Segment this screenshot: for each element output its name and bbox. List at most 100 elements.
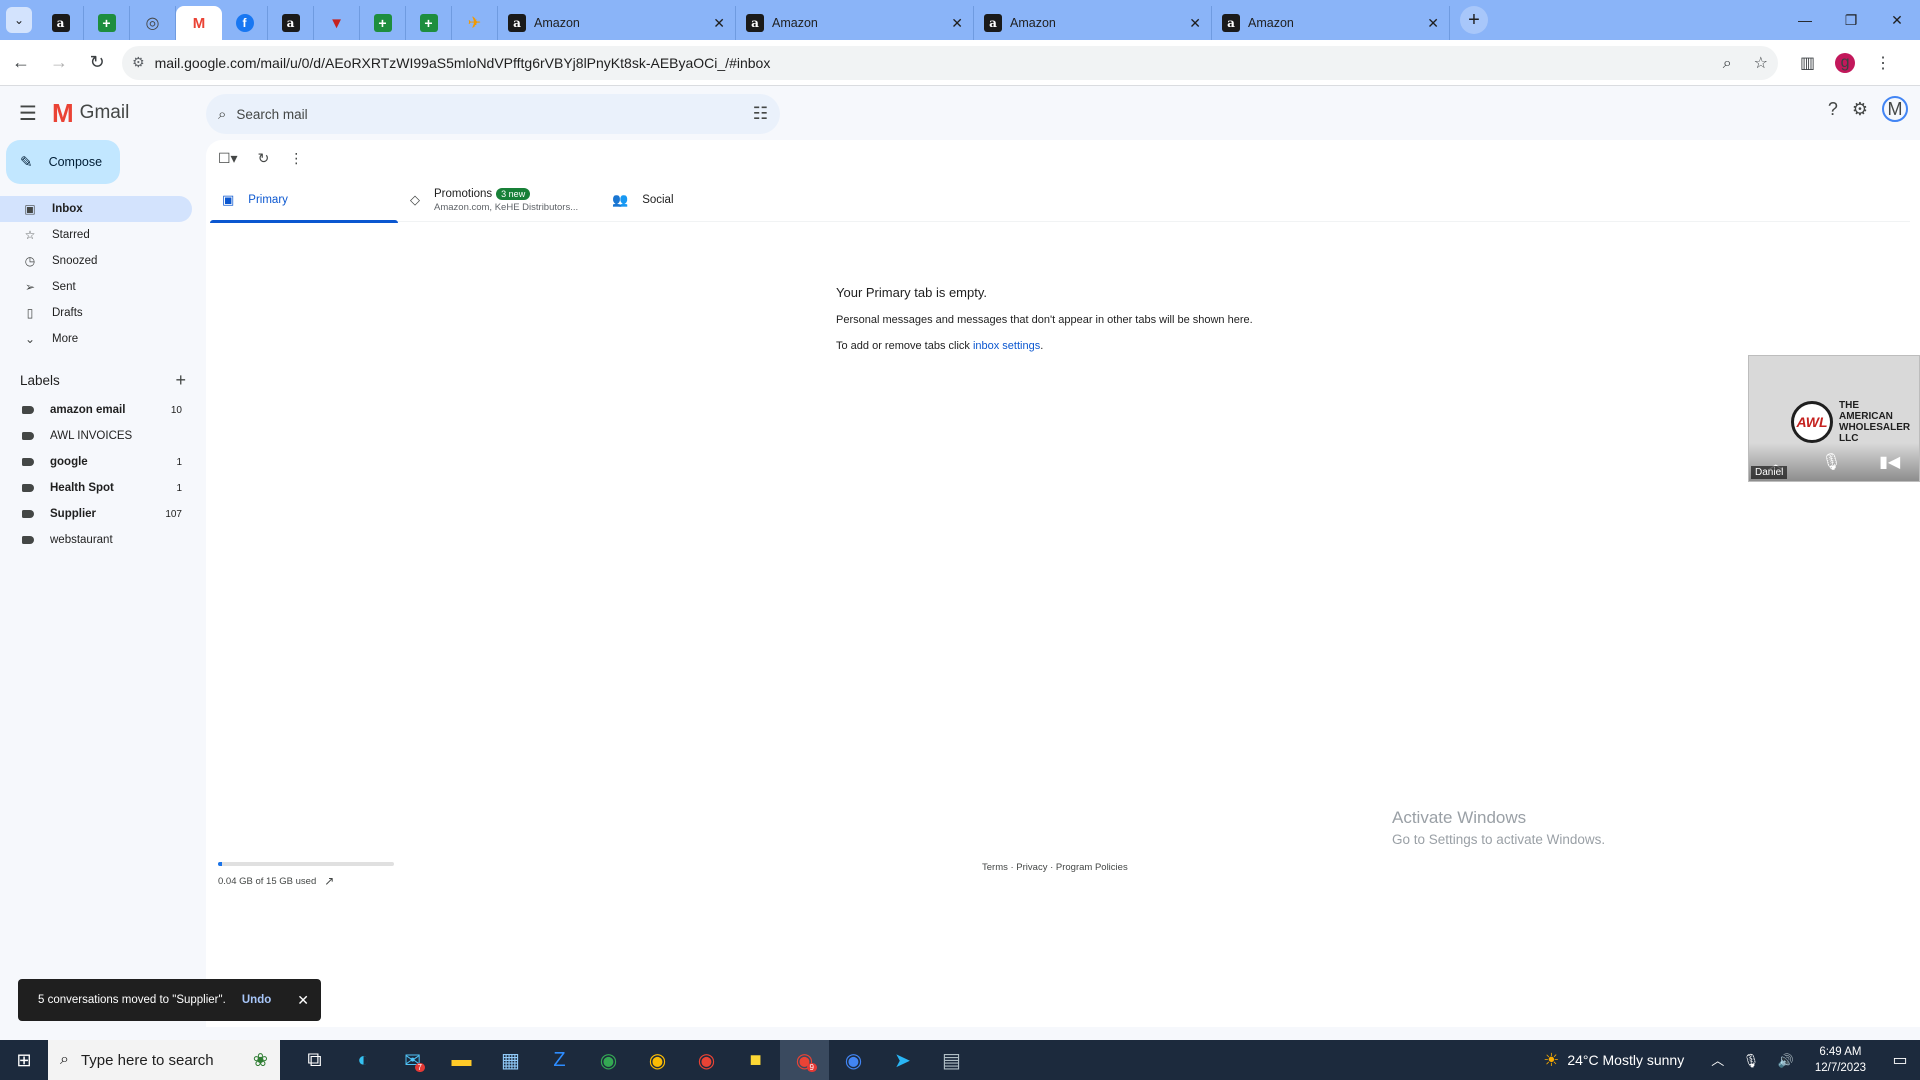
browser-menu-icon[interactable]: ⋮: [1875, 53, 1891, 73]
pinned-tab-plane[interactable]: ✈: [452, 6, 498, 40]
taskbar-clock[interactable]: 6:49 AM 12/7/2023: [1815, 1044, 1866, 1076]
footer-links[interactable]: Terms · Privacy · Program Policies: [982, 862, 1128, 873]
tab-search-button[interactable]: ⌄: [6, 7, 32, 33]
close-icon[interactable]: ✕: [1189, 15, 1201, 32]
camera-icon[interactable]: ▮◀: [1879, 452, 1900, 472]
external-link-icon[interactable]: ↗: [324, 874, 334, 888]
close-icon[interactable]: ✕: [713, 15, 725, 32]
taskbar-app-zoom[interactable]: Z: [535, 1040, 584, 1080]
zoom-app-icon: Z: [553, 1048, 566, 1071]
taskbar-search[interactable]: ⌕ Type here to search ❀: [48, 1040, 280, 1080]
taskbar-app-edge[interactable]: ◐: [339, 1040, 388, 1080]
weather-widget[interactable]: ☀ 24°C Mostly sunny: [1543, 1050, 1684, 1071]
taskbar-app-sticky-notes[interactable]: ■: [731, 1040, 780, 1080]
site-info-icon[interactable]: ⚙: [132, 54, 145, 71]
sidebar-item-snoozed[interactable]: ◷ Snoozed: [0, 248, 192, 274]
close-icon[interactable]: ✕: [951, 15, 963, 32]
new-tab-button[interactable]: +: [1460, 6, 1488, 34]
inbox-settings-link[interactable]: inbox settings: [973, 340, 1040, 352]
zoom-icon[interactable]: ⌕: [1723, 55, 1732, 72]
label-item[interactable]: Health Spot 1: [0, 475, 192, 501]
close-icon[interactable]: ✕: [297, 992, 309, 1009]
select-all-checkbox[interactable]: ☐▾: [218, 150, 238, 167]
pinned-tab-amazon-2[interactable]: a: [268, 6, 314, 40]
pinned-tab-amazon[interactable]: a: [38, 6, 84, 40]
more-options-icon[interactable]: ⋮: [289, 150, 303, 167]
browser-tab[interactable]: a Amazon ✕: [498, 6, 736, 40]
task-view-button[interactable]: ⧉: [290, 1040, 339, 1080]
taskbar-app-calculator[interactable]: ▤: [927, 1040, 976, 1080]
label-item[interactable]: AWL INVOICES: [0, 423, 192, 449]
compose-button[interactable]: ✎ Compose: [6, 140, 120, 184]
taskbar-app-chrome-2[interactable]: ◉: [633, 1040, 682, 1080]
pinned-tab-sheets-2[interactable]: +: [360, 6, 406, 40]
browser-tab[interactable]: a Amazon ✕: [736, 6, 974, 40]
chevron-up-icon[interactable]: ︿: [1711, 1053, 1724, 1068]
address-bar[interactable]: ⚙ mail.google.com/mail/u/0/d/AEoRXRTzWI9…: [122, 45, 1778, 80]
refresh-icon[interactable]: ↻: [258, 150, 270, 167]
pinned-tab-sheets-3[interactable]: +: [406, 6, 452, 40]
windows-icon: ⊞: [16, 1049, 32, 1070]
tab-social[interactable]: 👥 Social: [600, 178, 802, 222]
pinned-tab-shield[interactable]: ▼: [314, 6, 360, 40]
taskbar-app-chrome-1[interactable]: ◉: [584, 1040, 633, 1080]
taskbar-app-explorer[interactable]: ▬: [437, 1040, 486, 1080]
minimize-button[interactable]: —: [1782, 0, 1828, 40]
back-button[interactable]: ←: [4, 46, 38, 80]
search-options-icon[interactable]: ☷: [753, 104, 768, 124]
label-item[interactable]: Supplier 107: [0, 501, 192, 527]
label-item[interactable]: webstaurant: [0, 527, 192, 553]
bookmark-star-icon[interactable]: ☆: [1754, 55, 1768, 72]
chrome-icon: ◉: [599, 1049, 618, 1072]
forward-button[interactable]: →: [42, 46, 76, 80]
search-input[interactable]: [236, 106, 753, 122]
side-panel-icon[interactable]: ▥: [1800, 53, 1815, 73]
gmail-logo[interactable]: M Gmail: [52, 98, 200, 129]
taskbar-app-chrome-active[interactable]: ◉ 9: [780, 1040, 829, 1080]
search-icon[interactable]: ⌕: [218, 106, 226, 123]
gear-icon[interactable]: ⚙: [1852, 99, 1868, 120]
taskbar-app-store[interactable]: ▦: [486, 1040, 535, 1080]
label-item[interactable]: google 1: [0, 449, 192, 475]
label-item[interactable]: amazon email 10: [0, 397, 192, 423]
mail-toolbar: ☐▾ ↻ ⋮: [218, 150, 323, 167]
pinned-tab-gmail[interactable]: M: [176, 6, 222, 40]
video-call-popup[interactable]: AWL THE AMERICAN WHOLESALER LLC ︿ 🎙 ▮◀ D…: [1748, 355, 1920, 482]
close-icon[interactable]: ✕: [1427, 15, 1439, 32]
microphone-icon[interactable]: 🎙: [1743, 1053, 1760, 1068]
tab-promotions[interactable]: ◇ Promotions 3 new Amazon.com, KeHE Dist…: [398, 178, 600, 222]
create-label-button[interactable]: +: [175, 370, 186, 391]
pinned-tab-globe[interactable]: ◎: [130, 6, 176, 40]
taskbar-app-telegram[interactable]: ➤: [878, 1040, 927, 1080]
undo-button[interactable]: Undo: [242, 994, 271, 1006]
browser-tab[interactable]: a Amazon ✕: [1212, 6, 1450, 40]
start-button[interactable]: ⊞: [0, 1040, 48, 1080]
sidebar-item-drafts[interactable]: ▯ Drafts: [0, 300, 192, 326]
browser-tab[interactable]: a Amazon ✕: [974, 6, 1212, 40]
pinned-tab-facebook[interactable]: f: [222, 6, 268, 40]
taskbar-app-chrome-4[interactable]: ◉: [829, 1040, 878, 1080]
tab-primary[interactable]: ▣ Primary: [210, 178, 398, 223]
mic-off-icon[interactable]: 🎙: [1821, 452, 1841, 472]
pinned-tab-sheets[interactable]: +: [84, 6, 130, 40]
reload-button[interactable]: ↻: [80, 46, 114, 80]
main-menu-icon[interactable]: ☰: [8, 101, 48, 126]
sidebar-item-inbox[interactable]: ▣ Inbox: [0, 196, 192, 222]
taskbar-app-chrome-3[interactable]: ◉: [682, 1040, 731, 1080]
empty-state: Your Primary tab is empty. Personal mess…: [836, 285, 1253, 352]
help-icon[interactable]: ?: [1828, 99, 1838, 120]
gmail-header: ☰ M Gmail ⌕ ☷ ? ⚙ M: [0, 86, 1920, 140]
sidebar-item-more[interactable]: ⌄ More: [0, 326, 192, 352]
sidebar-item-sent[interactable]: ➢ Sent: [0, 274, 192, 300]
profile-avatar[interactable]: g: [1835, 52, 1856, 73]
sidebar-item-starred[interactable]: ☆ Starred: [0, 222, 192, 248]
volume-icon[interactable]: 🔊: [1778, 1053, 1794, 1068]
restore-button[interactable]: ❐: [1828, 0, 1874, 40]
account-avatar[interactable]: M: [1882, 96, 1908, 122]
notification-center-icon[interactable]: ▭: [1880, 1050, 1920, 1070]
empty-description: Personal messages and messages that don'…: [836, 314, 1253, 326]
url-text[interactable]: mail.google.com/mail/u/0/d/AEoRXRTzWI99a…: [155, 55, 1705, 71]
close-window-button[interactable]: ✕: [1874, 0, 1920, 40]
header-actions: ? ⚙ M: [1814, 96, 1908, 122]
taskbar-app-mail[interactable]: ✉ 7: [388, 1040, 437, 1080]
